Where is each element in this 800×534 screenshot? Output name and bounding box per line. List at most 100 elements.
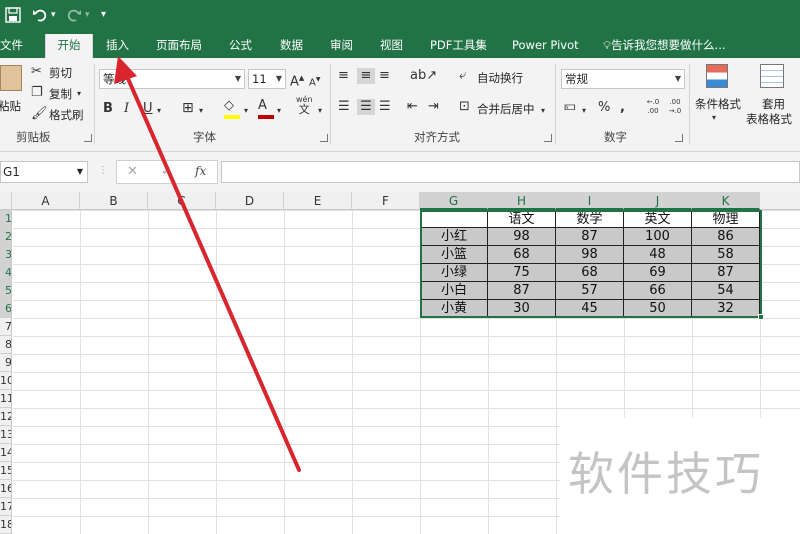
insert-function-icon[interactable]: fx — [195, 164, 206, 178]
fill-dropdown-icon[interactable]: ▾ — [244, 103, 248, 119]
table-cell[interactable] — [420, 210, 488, 228]
shrink-font-button[interactable]: A▼ — [309, 72, 320, 91]
table-cell[interactable]: 75 — [488, 264, 556, 282]
customize-icon[interactable]: ▾ — [101, 4, 106, 26]
row-header[interactable]: 6 — [0, 300, 11, 318]
table-cell[interactable]: 32 — [692, 300, 760, 318]
row-header[interactable]: 16 — [0, 480, 11, 498]
borders-icon[interactable]: ⊞ — [182, 100, 194, 116]
save-icon[interactable] — [5, 4, 21, 26]
row-header[interactable]: 7 — [0, 318, 11, 336]
tab-view[interactable]: 视图 — [380, 32, 403, 58]
copy-button[interactable]: 复制 — [49, 86, 72, 102]
table-cell[interactable]: 87 — [488, 282, 556, 300]
italic-button[interactable]: I — [124, 101, 129, 117]
column-header-D[interactable]: D — [216, 192, 284, 210]
increase-decimal-button[interactable]: ←.0 .00 — [644, 98, 662, 116]
table-header-cell[interactable]: 物理 — [692, 210, 760, 228]
number-launcher-icon[interactable] — [675, 134, 683, 142]
wrap-text-button[interactable]: 自动换行 — [477, 70, 523, 86]
table-cell[interactable]: 98 — [488, 228, 556, 246]
column-header-K[interactable]: K — [692, 192, 760, 210]
format-painter-button[interactable]: 格式刷 — [49, 107, 84, 123]
align-middle-icon[interactable]: ≡ — [357, 68, 375, 84]
table-cell[interactable]: 98 — [556, 246, 624, 264]
tab-power-pivot[interactable]: Power Pivot — [512, 32, 579, 58]
table-cell[interactable]: 57 — [556, 282, 624, 300]
column-header-J[interactable]: J — [624, 192, 692, 210]
clipboard-launcher-icon[interactable] — [84, 134, 92, 142]
bold-button[interactable]: B — [103, 101, 113, 117]
drag-handle-icon[interactable]: ⋮ — [98, 165, 108, 176]
fill-color-icon[interactable]: ◇ — [224, 98, 240, 119]
currency-dropdown-icon[interactable]: ▾ — [582, 103, 586, 119]
table-cell[interactable]: 54 — [692, 282, 760, 300]
cut-button[interactable]: 剪切 — [49, 65, 72, 81]
table-row-label[interactable]: 小白 — [420, 282, 488, 300]
font-launcher-icon[interactable] — [320, 134, 328, 142]
merge-dropdown-icon[interactable]: ▾ — [541, 103, 545, 119]
decrease-indent-icon[interactable]: ⇤ — [407, 99, 418, 115]
underline-dropdown-icon[interactable]: ▾ — [157, 103, 161, 119]
tab-formulas[interactable]: 公式 — [229, 32, 252, 58]
borders-dropdown-icon[interactable]: ▾ — [199, 103, 203, 119]
enter-icon[interactable]: ✓ — [161, 164, 172, 179]
tell-me-search[interactable]: 💡︎告诉我您想要做什么... — [603, 32, 726, 58]
column-header-H[interactable]: H — [488, 192, 556, 210]
phonetic-dropdown-icon[interactable]: ▾ — [318, 103, 322, 119]
align-top-icon[interactable]: ≡ — [338, 68, 349, 84]
table-cell[interactable]: 100 — [624, 228, 692, 246]
table-cell[interactable]: 30 — [488, 300, 556, 318]
tab-page-layout[interactable]: 页面布局 — [156, 32, 202, 58]
row-header[interactable]: 3 — [0, 246, 11, 264]
undo-icon[interactable] — [32, 4, 48, 26]
table-row-label[interactable]: 小篮 — [420, 246, 488, 264]
column-header-C[interactable]: C — [148, 192, 216, 210]
number-format-select[interactable]: 常规 ▼ — [561, 69, 685, 89]
formula-input[interactable] — [221, 161, 800, 183]
comma-button[interactable]: , — [620, 100, 625, 116]
row-header[interactable]: 4 — [0, 264, 11, 282]
conditional-format-button[interactable]: 条件格式 ▾ — [692, 62, 742, 124]
column-header-B[interactable]: B — [80, 192, 148, 210]
align-center-icon[interactable]: ☰ — [357, 99, 375, 115]
column-header-G[interactable]: G — [420, 192, 488, 210]
row-header[interactable]: 12 — [0, 408, 11, 426]
table-row-label[interactable]: 小红 — [420, 228, 488, 246]
fill-handle[interactable] — [758, 314, 764, 320]
undo-dropdown-icon[interactable]: ▾ — [51, 4, 56, 26]
merge-center-button[interactable]: 合并后居中 — [477, 101, 535, 117]
row-header[interactable]: 10 — [0, 372, 11, 390]
paste-button[interactable]: 粘贴 — [0, 62, 24, 118]
copy-dropdown-icon[interactable]: ▾ — [77, 86, 81, 102]
cancel-icon[interactable]: ✕ — [127, 164, 138, 179]
table-cell[interactable]: 68 — [556, 264, 624, 282]
grow-font-button[interactable]: A▲ — [290, 70, 304, 90]
table-cell[interactable]: 66 — [624, 282, 692, 300]
table-row-label[interactable]: 小黄 — [420, 300, 488, 318]
column-header-L[interactable] — [760, 192, 800, 210]
font-color-dropdown-icon[interactable]: ▾ — [277, 103, 281, 119]
row-header[interactable]: 1 — [0, 210, 11, 228]
table-row-label[interactable]: 小绿 — [420, 264, 488, 282]
orientation-icon[interactable]: ab↗ — [410, 68, 437, 84]
tab-pdf-tools[interactable]: PDF工具集 — [430, 32, 487, 58]
currency-icon[interactable]: 💴︎ — [564, 99, 576, 115]
align-right-icon[interactable]: ☰ — [379, 99, 391, 115]
column-header-A[interactable]: A — [12, 192, 80, 210]
percent-button[interactable]: % — [598, 100, 610, 116]
tab-review[interactable]: 审阅 — [330, 32, 353, 58]
align-left-icon[interactable]: ☰ — [338, 99, 350, 115]
table-cell[interactable]: 87 — [692, 264, 760, 282]
row-header[interactable]: 14 — [0, 444, 11, 462]
row-header[interactable]: 13 — [0, 426, 11, 444]
tab-file[interactable]: 文件 — [0, 32, 24, 58]
phonetic-icon[interactable]: wén 文 — [296, 95, 313, 116]
alignment-launcher-icon[interactable] — [544, 134, 552, 142]
row-header[interactable]: 18 — [0, 516, 11, 534]
select-all-corner[interactable] — [0, 192, 12, 210]
align-bottom-icon[interactable]: ≡ — [379, 68, 390, 84]
table-cell[interactable]: 86 — [692, 228, 760, 246]
font-color-icon[interactable]: A — [258, 98, 274, 119]
column-header-I[interactable]: I — [556, 192, 624, 210]
